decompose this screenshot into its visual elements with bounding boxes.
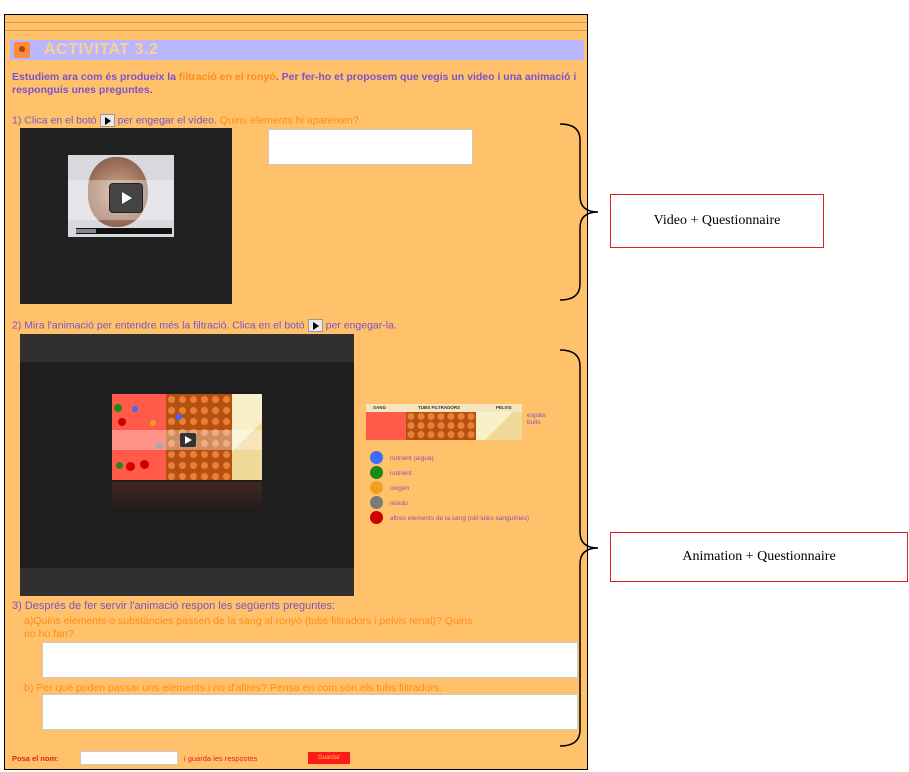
video-questionnaire-label: Video + Questionnaire: [610, 194, 824, 248]
video-brace: [559, 123, 599, 301]
annotation-braces: [559, 123, 599, 747]
animation-questionnaire-label: Animation + Questionnaire: [610, 532, 908, 582]
animation-brace: [559, 349, 599, 747]
